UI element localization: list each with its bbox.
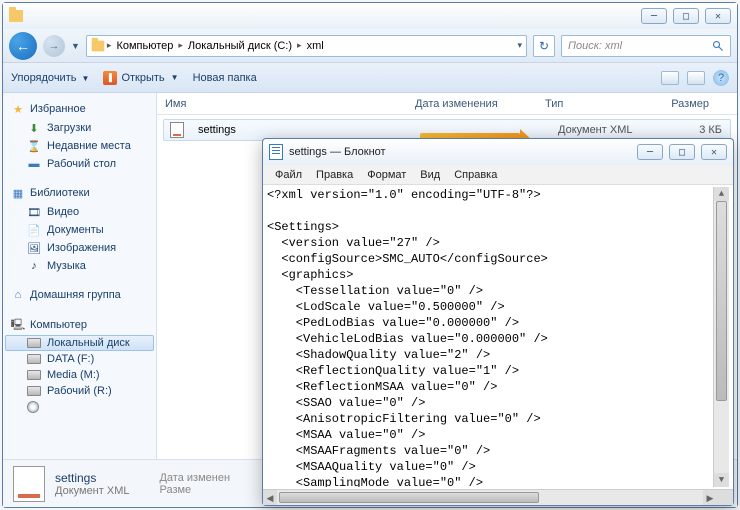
folder-icon [9,10,23,22]
office-icon: ❚ [103,71,117,85]
vertical-scrollbar[interactable] [713,187,729,487]
picture-icon: 🖼 [27,241,41,255]
homegroup-icon: ⌂ [11,288,25,302]
sidebar-item-local-disk[interactable]: Локальный диск [5,335,154,351]
help-button[interactable]: ? [713,70,729,86]
notepad-title: settings — Блокнот [289,146,386,158]
search-input[interactable]: Поиск: xml [561,35,731,57]
scrollbar-thumb[interactable] [716,201,727,401]
computer-icon: 🖳 [11,318,25,332]
drive-icon [27,354,41,364]
sidebar-item-music[interactable]: ♪Музыка [5,257,154,275]
sidebar-item-data-drive[interactable]: DATA (F:) [5,351,154,367]
column-size[interactable]: Размер [657,98,717,110]
menu-help[interactable]: Справка [448,167,503,183]
sidebar-favorites-header[interactable]: ★ Избранное [5,99,154,119]
notepad-icon [269,144,283,160]
drive-icon [27,338,41,348]
chevron-right-icon: ▸ [107,40,112,51]
drive-icon [27,386,41,396]
sidebar-item-media-drive[interactable]: Media (M:) [5,367,154,383]
file-size: 3 КБ [670,124,730,136]
sidebar-item-downloads[interactable]: ⬇Загрузки [5,119,154,137]
menu-format[interactable]: Формат [361,167,412,183]
details-file-name: settings [55,471,129,485]
sidebar-item-dvd-drive[interactable] [5,399,154,415]
column-date[interactable]: Дата изменения [407,98,537,110]
close-button[interactable]: ✕ [701,144,727,160]
close-button[interactable]: ✕ [705,8,731,24]
sidebar-item-videos[interactable]: 🎞Видео [5,203,154,221]
menu-edit[interactable]: Правка [310,167,359,183]
preview-pane-button[interactable] [687,71,705,85]
notepad-menubar: Файл Правка Формат Вид Справка [263,165,733,185]
navigation-bar: ← → ▼ ▸ Компьютер ▸ Локальный диск (C:) … [3,29,737,63]
sidebar-item-recent[interactable]: ⌛Недавние места [5,137,154,155]
search-placeholder: Поиск: xml [568,40,706,52]
desktop-icon: ▬ [27,157,41,171]
sidebar-computer-header[interactable]: 🖳 Компьютер [5,315,154,335]
xml-file-icon [13,466,45,502]
scrollbar-thumb[interactable] [279,492,539,503]
search-icon [712,40,724,52]
breadcrumb-computer[interactable]: Компьютер [113,40,176,52]
music-icon: ♪ [27,259,41,273]
minimize-button[interactable]: ─ [637,144,663,160]
scrollbar-corner [717,490,733,505]
details-size-label: Разме [159,484,230,496]
addressbar-dropdown[interactable]: ▾ [517,40,522,51]
scroll-right-button[interactable]: ▶ [703,490,717,505]
download-icon: ⬇ [27,121,41,135]
navigation-sidebar: ★ Избранное ⬇Загрузки ⌛Недавние места ▬Р… [3,93,157,459]
sidebar-item-work-drive[interactable]: Рабочий (R:) [5,383,154,399]
sidebar-homegroup-header[interactable]: ⌂ Домашняя группа [5,285,154,305]
open-button[interactable]: ❚ Открыть ▼ [103,71,178,85]
notepad-content-area: <?xml version="1.0" encoding="UTF-8"?> <… [263,185,733,489]
toolbar: Упорядочить ▼ ❚ Открыть ▼ Новая папка ? [3,63,737,93]
details-date-label: Дата изменен [159,472,230,484]
maximize-button[interactable]: □ [669,144,695,160]
xml-file-icon [170,122,184,138]
explorer-titlebar: ─ □ ✕ [3,3,737,29]
details-file-type: Документ XML [55,485,129,497]
sidebar-item-pictures[interactable]: 🖼Изображения [5,239,154,257]
disc-icon [27,401,39,413]
document-icon: 📄 [27,223,41,237]
sidebar-item-documents[interactable]: 📄Документы [5,221,154,239]
chevron-right-icon: ▸ [297,40,302,51]
notepad-window: settings — Блокнот ─ □ ✕ Файл Правка Фор… [262,138,734,506]
menu-file[interactable]: Файл [269,167,308,183]
minimize-button[interactable]: ─ [641,8,667,24]
horizontal-scrollbar[interactable]: ◀ ▶ [263,489,733,505]
chevron-right-icon: ▸ [178,40,183,51]
organize-button[interactable]: Упорядочить ▼ [11,72,89,84]
breadcrumb-drive[interactable]: Локальный диск (C:) [185,40,295,52]
column-headers: Имя Дата изменения Тип Размер [157,93,737,115]
menu-view[interactable]: Вид [414,167,446,183]
notepad-titlebar[interactable]: settings — Блокнот ─ □ ✕ [263,139,733,165]
drive-icon [27,370,41,380]
library-icon: ▦ [11,186,25,200]
back-button[interactable]: ← [9,32,37,60]
address-bar[interactable]: ▸ Компьютер ▸ Локальный диск (C:) ▸ xml … [86,35,527,57]
star-icon: ★ [11,102,25,116]
video-icon: 🎞 [27,205,41,219]
scroll-left-button[interactable]: ◀ [263,490,277,505]
notepad-text[interactable]: <?xml version="1.0" encoding="UTF-8"?> <… [267,187,713,487]
view-options-button[interactable] [661,71,679,85]
breadcrumb-folder[interactable]: xml [304,40,327,52]
file-type: Документ XML [550,124,670,136]
sidebar-item-desktop[interactable]: ▬Рабочий стол [5,155,154,173]
sidebar-libraries-header[interactable]: ▦ Библиотеки [5,183,154,203]
maximize-button[interactable]: □ [673,8,699,24]
folder-icon [92,40,105,51]
refresh-button[interactable]: ↻ [533,35,555,57]
column-type[interactable]: Тип [537,98,657,110]
forward-button[interactable]: → [43,35,65,57]
history-dropdown[interactable]: ▼ [71,41,80,51]
new-folder-button[interactable]: Новая папка [193,72,257,84]
column-name[interactable]: Имя [157,98,407,110]
recent-icon: ⌛ [27,139,41,153]
file-name: settings [190,124,420,136]
